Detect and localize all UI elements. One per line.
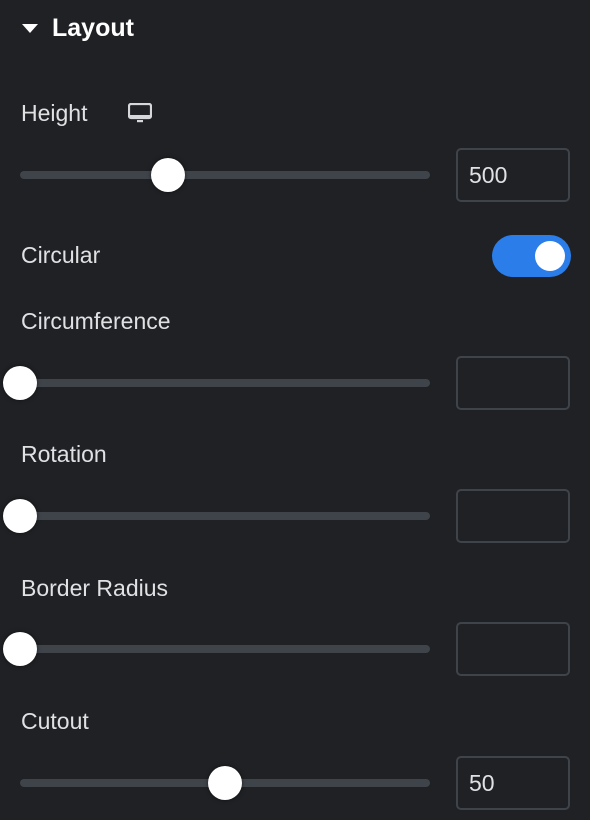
border-radius-input[interactable] [456,622,570,676]
height-slider[interactable] [20,158,430,192]
circular-toggle[interactable] [492,235,571,277]
section-toggle-layout[interactable]: Layout [22,14,134,43]
caret-down-icon [22,24,38,33]
border-radius-slider[interactable] [3,632,430,666]
circumference-slider-thumb[interactable] [3,366,37,400]
cutout-slider-thumb[interactable] [208,766,242,800]
cutout-slider[interactable] [20,766,430,800]
rotation-slider-thumb[interactable] [3,499,37,533]
cutout-input[interactable] [456,756,570,810]
height-input[interactable] [456,148,570,202]
section-title: Layout [52,14,134,42]
height-slider-thumb[interactable] [150,158,185,192]
circumference-slider[interactable] [3,366,430,400]
rotation-input[interactable] [456,489,570,543]
rotation-label: Rotation [21,441,107,467]
desktop-monitor-icon[interactable] [127,102,153,130]
rotation-slider[interactable] [3,499,430,533]
toggle-knob [535,241,565,271]
height-label: Height [21,100,88,126]
circumference-input[interactable] [456,356,570,410]
border-radius-label: Border Radius [21,575,169,601]
border-radius-slider-thumb[interactable] [3,632,37,666]
cutout-label: Cutout [21,708,89,734]
circumference-label: Circumference [21,308,171,334]
circular-label: Circular [21,242,101,268]
